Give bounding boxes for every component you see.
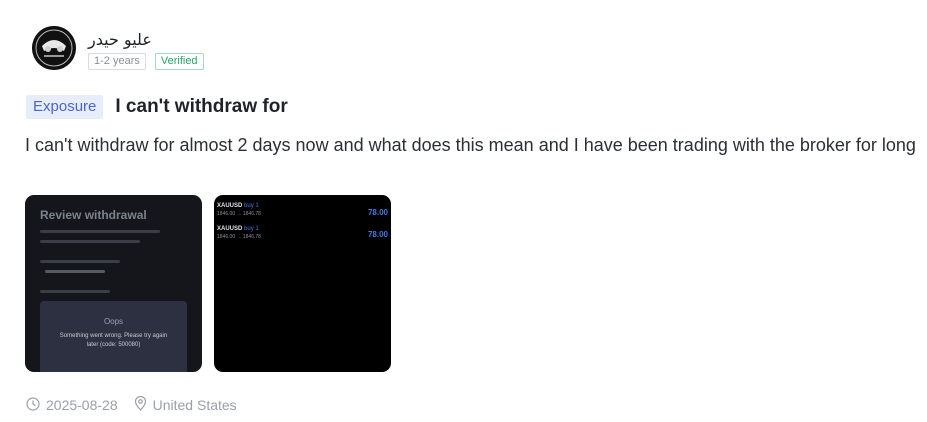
trade-pnl: 78.00 xyxy=(367,230,388,239)
trade-pnl: 78.00 xyxy=(367,208,388,217)
trade-symbol: XAUUSD xyxy=(217,203,243,209)
avatar[interactable] xyxy=(32,26,76,70)
blurred-text xyxy=(40,230,160,233)
post-body: I can't withdraw for almost 2 days now a… xyxy=(25,135,916,155)
location-pin-icon xyxy=(134,395,147,414)
post-meta: 2025-08-28 United States xyxy=(26,395,237,414)
trade-side: buy 1 xyxy=(244,203,259,209)
post-location: United States xyxy=(152,397,237,413)
user-tags: 1-2 years Verified xyxy=(88,53,204,70)
blurred-text xyxy=(40,260,120,263)
blurred-text xyxy=(40,240,140,243)
screenshot-thumbnail-trades[interactable]: XAUUSD buy 1 1846.00 → 1846.78 78.00 XAU… xyxy=(214,195,391,372)
trade-side: buy 1 xyxy=(244,226,259,232)
clock-icon xyxy=(26,396,40,414)
post-date: 2025-08-28 xyxy=(46,397,118,413)
trade-row: XAUUSD buy 1 1846.00 → 1846.78 xyxy=(217,203,261,217)
trade-row: XAUUSD buy 1 1846.00 → 1846.78 xyxy=(217,226,261,240)
experience-tag: 1-2 years xyxy=(88,53,146,70)
screenshot-thumbnail-withdrawal[interactable]: Review withdrawal Oops Something went wr… xyxy=(25,195,202,372)
thumbnail-heading: Review withdrawal xyxy=(40,208,147,222)
blurred-text xyxy=(45,270,105,273)
trade-symbol: XAUUSD xyxy=(217,226,243,232)
post-headline: Exposure I can't withdraw for xyxy=(26,95,288,119)
post-title: I can't withdraw for xyxy=(115,96,288,117)
modal-message: Something went wrong. Please try again l… xyxy=(59,333,168,348)
category-badge[interactable]: Exposure xyxy=(26,95,104,119)
error-modal: Oops Something went wrong. Please try ag… xyxy=(40,301,187,372)
avatar-logo-icon xyxy=(32,26,76,70)
verified-tag: Verified xyxy=(154,53,204,70)
username[interactable]: عليو حيدر xyxy=(88,30,152,49)
trade-detail: 1846.00 → 1846.78 xyxy=(217,211,261,217)
blurred-text xyxy=(40,290,110,293)
trade-detail: 1846.00 → 1846.78 xyxy=(217,234,261,240)
modal-title: Oops xyxy=(103,317,124,326)
